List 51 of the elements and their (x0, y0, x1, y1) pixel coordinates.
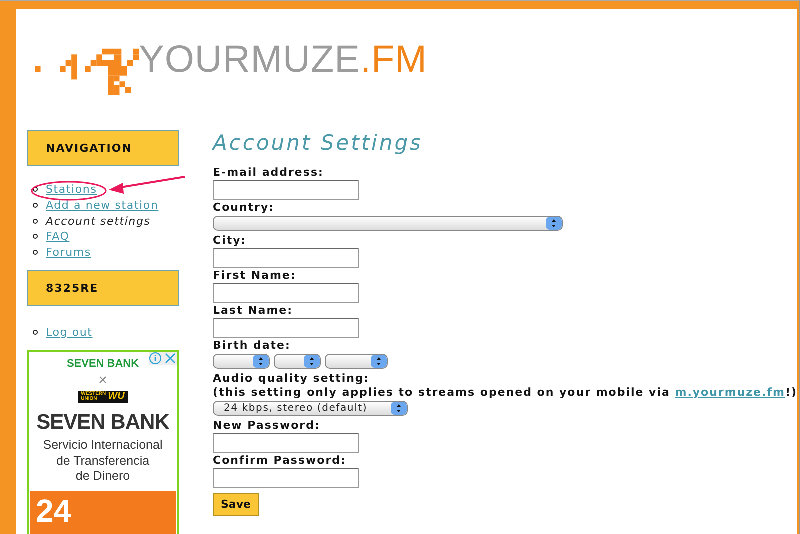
ad-brand: SEVEN BANK (66, 358, 140, 370)
bullet-icon (33, 250, 38, 256)
field-label: Birth date: (213, 339, 292, 353)
logout-link[interactable]: Log out (46, 326, 93, 339)
password-field[interactable] (213, 468, 359, 488)
stepper-icon (304, 355, 320, 368)
bullet-icon (33, 203, 38, 208)
note-text: (this setting only applies to streams opened on your mobile via m.yourmuze.fm!) (213, 386, 797, 400)
field-label: Confirm Password: (213, 454, 348, 468)
bullet-icon (33, 218, 38, 224)
ad-cross: × (98, 373, 108, 388)
field-label: E-mail address: (213, 166, 325, 180)
close-icon[interactable] (164, 352, 177, 366)
ad-banner: 24 (30, 491, 176, 534)
stepper-icon (391, 402, 407, 415)
stepper-icon (253, 355, 269, 368)
mobile-link[interactable]: m.yourmuze.fm (675, 386, 786, 399)
bullet-icon (33, 187, 38, 192)
field-label: Country: (213, 201, 276, 215)
logo-suffix: .FM (360, 41, 428, 79)
ad-headline: SEVEN BANK (36, 411, 170, 436)
field-label: Last Name: (213, 304, 294, 318)
ad-text: Servicio Internacional de Transferencia de Dinero (43, 438, 163, 485)
user-heading: 8325RE (27, 270, 179, 306)
field-label: Audio quality setting: (213, 372, 371, 386)
info-icon[interactable] (149, 352, 162, 366)
input-field[interactable] (213, 180, 359, 200)
current-nav-item[interactable]: Account settings (46, 214, 151, 228)
dropdown[interactable] (213, 354, 270, 369)
password-field[interactable] (213, 433, 359, 453)
navigation-heading: NAVIGATION (27, 130, 179, 166)
field-label: City: (213, 234, 248, 248)
page-title: Account Settings (213, 130, 424, 156)
dropdown[interactable] (274, 354, 321, 369)
logo-text: YOURMUZE (139, 41, 360, 79)
input-field[interactable] (213, 283, 359, 303)
input-field[interactable] (213, 318, 359, 338)
bullet-icon (33, 234, 38, 240)
nav-link[interactable]: FAQ (46, 230, 70, 244)
save-button[interactable]: Save (213, 493, 259, 516)
field-label: First Name: (213, 269, 298, 283)
nav-link[interactable]: Forums (46, 246, 92, 260)
stepper-icon (371, 355, 387, 368)
field-label: New Password: (213, 419, 322, 433)
input-field[interactable] (213, 248, 359, 268)
nav-link[interactable]: Add a new station (46, 199, 159, 212)
stepper-icon (546, 217, 562, 230)
dropdown[interactable] (325, 354, 388, 369)
bullet-icon (33, 330, 38, 335)
dropdown[interactable] (213, 216, 563, 231)
dropdown[interactable]: 24 kbps, stereo (default) (213, 401, 408, 416)
